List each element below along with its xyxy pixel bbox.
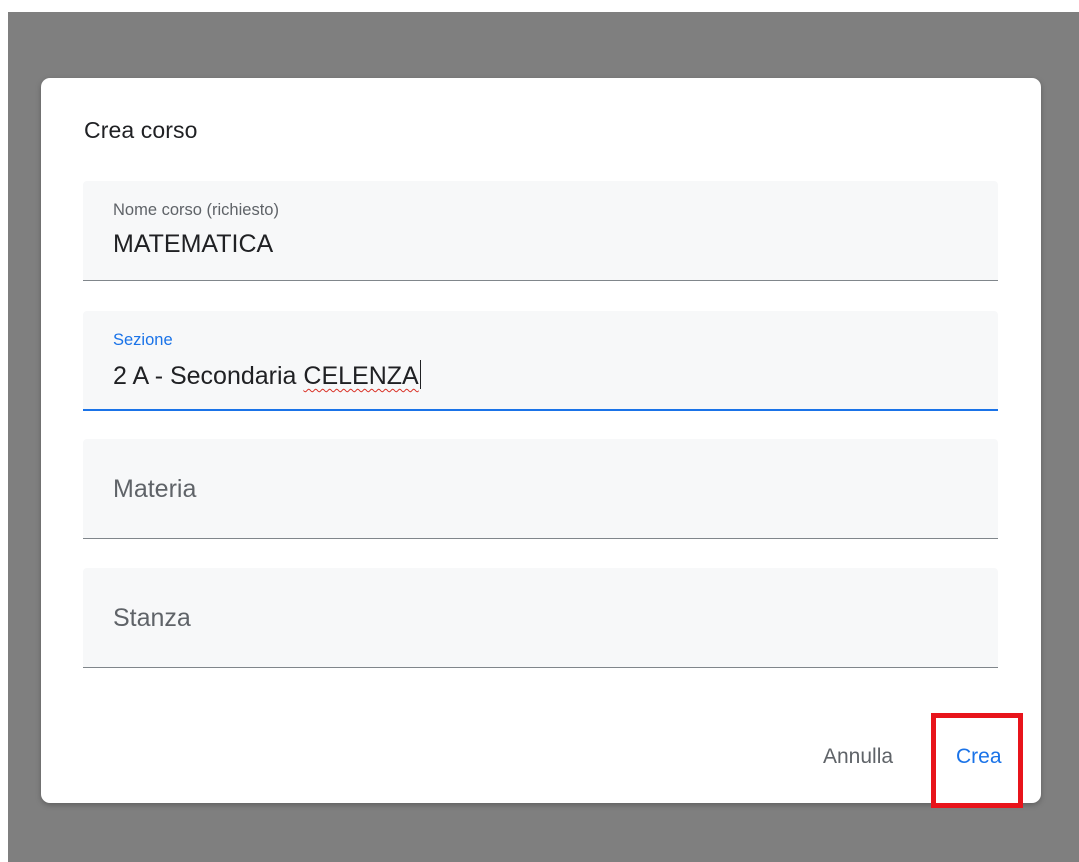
text-caret [419, 360, 422, 389]
course-name-field[interactable]: Nome corso (richiesto) MATEMATICA [83, 181, 998, 281]
misspelled-word: CELENZA [303, 362, 419, 390]
section-value-text: 2 A - Secondaria [113, 362, 304, 390]
section-value: 2 A - Secondaria CELENZA [113, 360, 422, 391]
section-field[interactable]: Sezione 2 A - Secondaria CELENZA [83, 311, 998, 411]
create-button[interactable]: Crea [956, 745, 1002, 769]
subject-placeholder: Materia [113, 475, 197, 503]
room-field[interactable]: Stanza [83, 568, 998, 668]
dialog-title: Crea corso [84, 117, 198, 143]
subject-field[interactable]: Materia [83, 439, 998, 539]
room-placeholder: Stanza [113, 604, 191, 632]
course-name-label: Nome corso (richiesto) [113, 201, 279, 219]
course-name-value: MATEMATICA [113, 230, 274, 258]
cancel-button[interactable]: Annulla [823, 745, 893, 769]
section-label: Sezione [113, 331, 173, 349]
create-course-dialog: Crea corso Nome corso (richiesto) MATEMA… [41, 78, 1041, 803]
